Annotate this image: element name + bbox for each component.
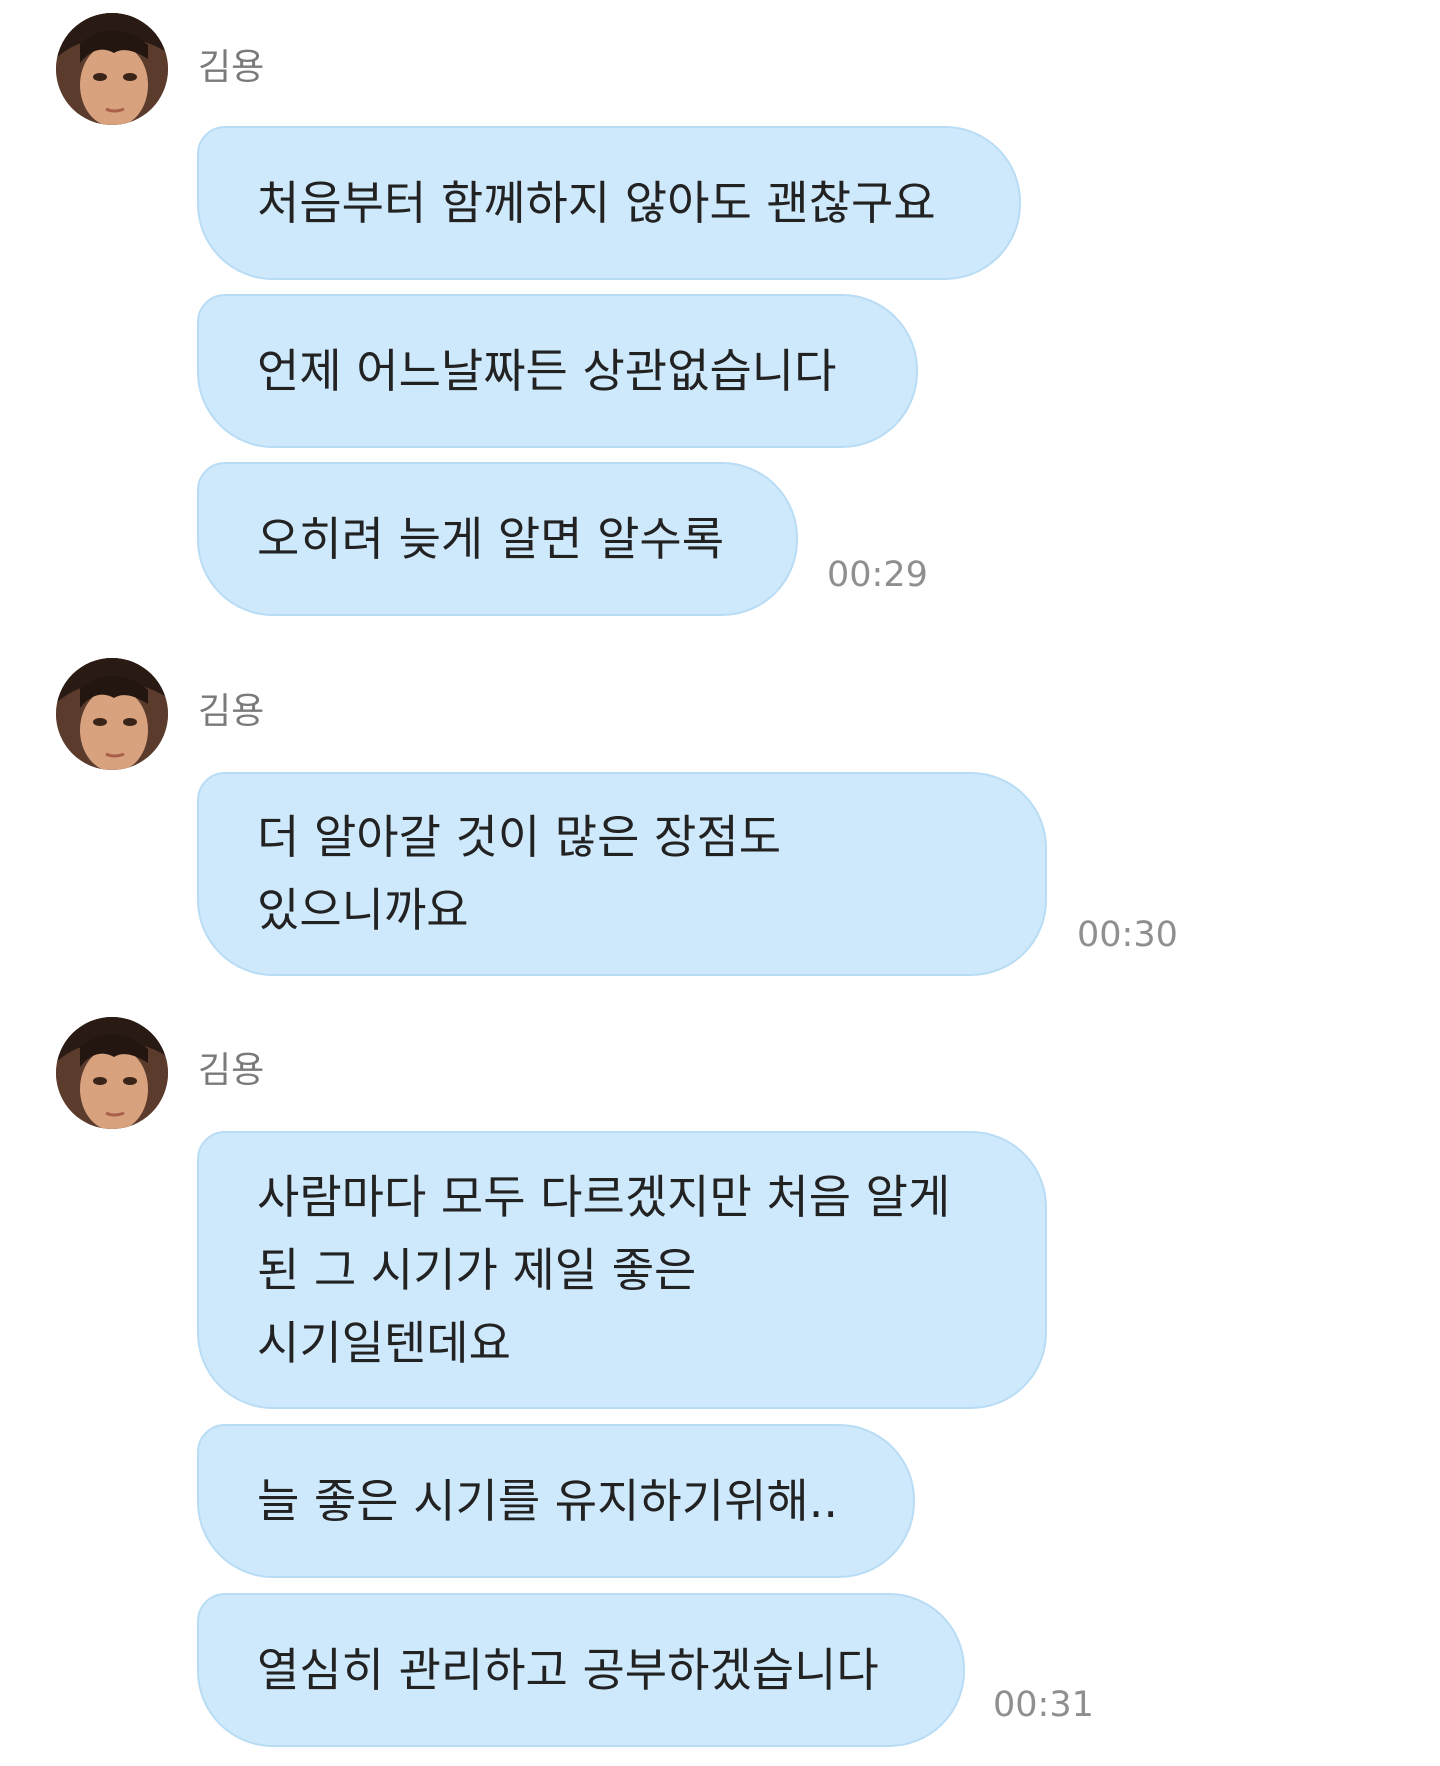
avatar[interactable] <box>56 13 168 125</box>
message-text: 사람마다 모두 다르겠지만 처음 알게 된 그 시기가 제일 좋은 시기일텐데요 <box>257 1169 951 1370</box>
message-bubble[interactable]: 언제 어느날짜든 상관없습니다 <box>197 294 918 448</box>
message-bubble[interactable]: 더 알아갈 것이 많은 장점도 있으니까요 <box>197 772 1047 976</box>
sender-name: 김용 <box>198 691 265 732</box>
avatar[interactable] <box>56 1017 168 1129</box>
profile-photo-avatar <box>56 13 168 125</box>
message-timestamp: 00:30 <box>1077 915 1178 955</box>
message-text: 열심히 관리하고 공부하겠습니다 <box>257 1642 879 1697</box>
avatar[interactable] <box>56 658 168 770</box>
profile-photo-avatar <box>56 1017 168 1129</box>
message-text: 오히려 늦게 알면 알수록 <box>257 511 725 566</box>
message-bubble[interactable]: 오히려 늦게 알면 알수록 <box>197 462 798 616</box>
message-text: 언제 어느날짜든 상관없습니다 <box>257 343 837 398</box>
message-text: 늘 좋은 시기를 유지하기위해.. <box>257 1473 838 1528</box>
sender-name: 김용 <box>198 1050 265 1091</box>
message-bubble[interactable]: 사람마다 모두 다르겠지만 처음 알게 된 그 시기가 제일 좋은 시기일텐데요 <box>197 1131 1047 1409</box>
message-text: 더 알아갈 것이 많은 장점도 있으니까요 <box>257 810 782 937</box>
message-timestamp: 00:29 <box>827 555 928 595</box>
message-timestamp: 00:31 <box>993 1685 1094 1725</box>
profile-photo-avatar <box>56 658 168 770</box>
message-bubble[interactable]: 열심히 관리하고 공부하겠습니다 <box>197 1593 965 1747</box>
message-bubble[interactable]: 처음부터 함께하지 않아도 괜찮구요 <box>197 126 1021 280</box>
sender-name: 김용 <box>198 47 265 88</box>
message-bubble[interactable]: 늘 좋은 시기를 유지하기위해.. <box>197 1424 915 1578</box>
message-text: 처음부터 함께하지 않아도 괜찮구요 <box>257 175 936 230</box>
